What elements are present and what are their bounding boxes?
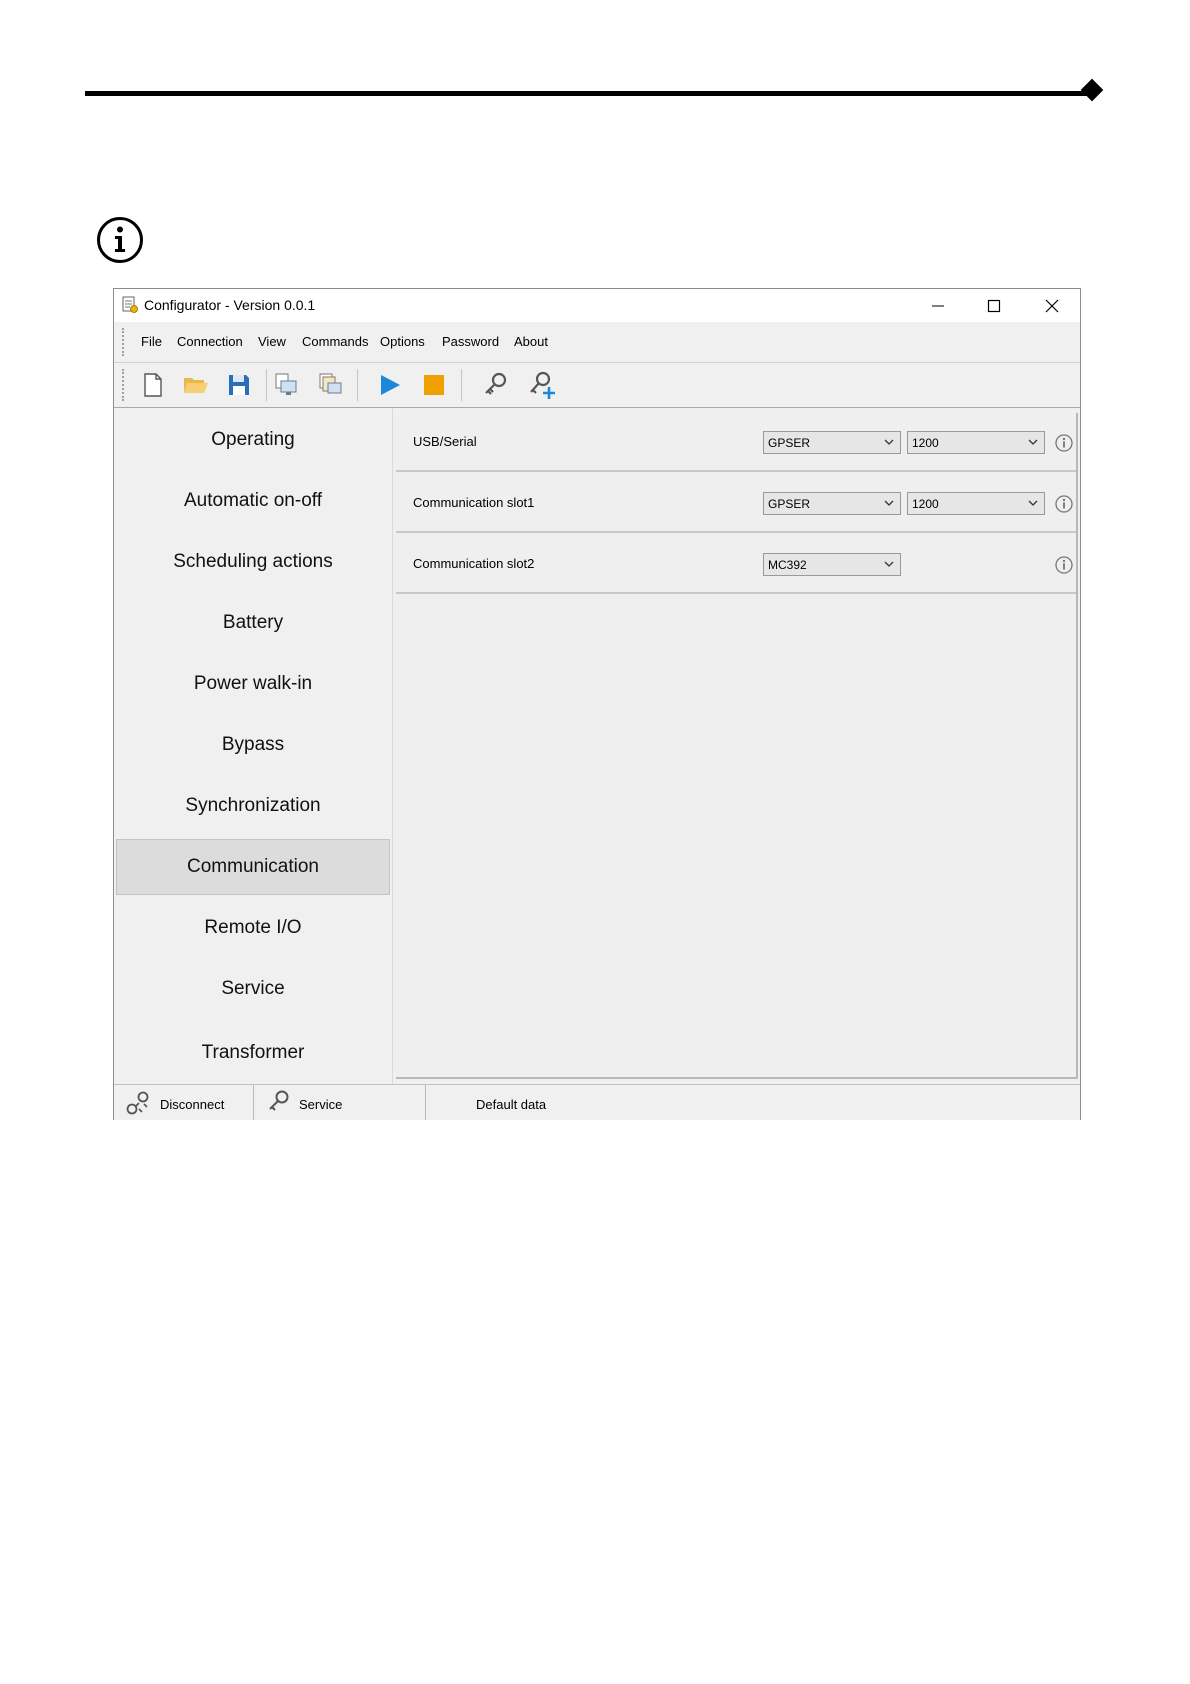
close-icon bbox=[1045, 299, 1059, 312]
sidebar-item-remote-io[interactable]: Remote I/O bbox=[116, 900, 390, 956]
save-icon bbox=[229, 375, 249, 395]
toolbar-separator bbox=[461, 369, 462, 401]
key-icon bbox=[269, 1090, 289, 1111]
protocol-select[interactable]: MC392 bbox=[763, 553, 901, 576]
maximize-button[interactable] bbox=[966, 289, 1022, 322]
menu-options[interactable]: Options bbox=[380, 334, 425, 349]
service-status[interactable]: Service bbox=[254, 1085, 426, 1120]
menu-password[interactable]: Password bbox=[442, 334, 499, 349]
info-icon[interactable] bbox=[1054, 494, 1074, 514]
menu-commands[interactable]: Commands bbox=[302, 334, 368, 349]
play-button[interactable] bbox=[375, 370, 405, 400]
close-button[interactable] bbox=[1024, 289, 1080, 322]
toolbar-separator bbox=[266, 369, 267, 401]
stop-icon bbox=[424, 375, 444, 395]
info-icon[interactable] bbox=[1054, 555, 1074, 575]
chevron-down-icon bbox=[1028, 439, 1038, 445]
menu-file[interactable]: File bbox=[141, 334, 162, 349]
sidebar-item-transformer[interactable]: Transformer bbox=[116, 1025, 390, 1081]
sidebar-item-synchronization[interactable]: Synchronization bbox=[116, 778, 390, 834]
menu-grip[interactable] bbox=[122, 328, 126, 356]
download-from-device-icon bbox=[319, 373, 342, 394]
rule-end-diamond bbox=[1080, 78, 1104, 102]
disconnect-status[interactable]: Disconnect bbox=[114, 1085, 254, 1120]
sidebar-item-communication[interactable]: Communication bbox=[116, 839, 390, 895]
key-icon bbox=[485, 372, 507, 395]
sidebar-item-service[interactable]: Service bbox=[116, 961, 390, 1017]
menu-about[interactable]: About bbox=[514, 334, 548, 349]
service-label: Service bbox=[299, 1097, 343, 1112]
minimize-icon bbox=[932, 305, 944, 306]
sidebar-item-automatic-on-off[interactable]: Automatic on-off bbox=[116, 473, 390, 529]
protocol-select[interactable]: GPSER bbox=[763, 431, 901, 454]
sidebar-item-bypass[interactable]: Bypass bbox=[116, 717, 390, 773]
configurator-window: Configurator - Version 0.0.1 File Connec… bbox=[113, 288, 1081, 1120]
protocol-select[interactable]: GPSER bbox=[763, 492, 901, 515]
toolbar-separator bbox=[357, 369, 358, 401]
chevron-down-icon bbox=[884, 500, 894, 506]
top-rule bbox=[85, 91, 1095, 96]
download-from-device-button[interactable] bbox=[315, 370, 345, 400]
info-icon[interactable] bbox=[1054, 433, 1074, 453]
save-button[interactable] bbox=[224, 370, 254, 400]
sidebar-item-battery[interactable]: Battery bbox=[116, 595, 390, 651]
settings-list: USB/Serial GPSER 1200 Communication slot… bbox=[396, 413, 1078, 1079]
upload-to-device-icon bbox=[275, 373, 297, 395]
minimize-button[interactable] bbox=[910, 289, 966, 322]
new-file-icon bbox=[144, 373, 162, 397]
sidebar-item-power-walk-in[interactable]: Power walk-in bbox=[116, 656, 390, 712]
add-user-button[interactable] bbox=[527, 370, 557, 400]
chevron-down-icon bbox=[884, 561, 894, 567]
disconnect-icon bbox=[126, 1091, 149, 1115]
window-title: Configurator - Version 0.0.1 bbox=[144, 297, 316, 313]
upload-to-device-button[interactable] bbox=[271, 370, 301, 400]
disconnect-label: Disconnect bbox=[160, 1097, 225, 1112]
baud-rate-select[interactable]: 1200 bbox=[907, 431, 1045, 454]
setting-row-communication-slot2: Communication slot2 MC392 bbox=[396, 535, 1076, 594]
add-user-icon bbox=[530, 371, 555, 399]
toolbar bbox=[114, 363, 1080, 408]
setting-row-communication-slot1: Communication slot1 GPSER 1200 bbox=[396, 474, 1076, 533]
open-file-button[interactable] bbox=[181, 370, 211, 400]
stop-button[interactable] bbox=[419, 370, 449, 400]
row-label: USB/Serial bbox=[413, 434, 477, 449]
setting-row-usb-serial: USB/Serial GPSER 1200 bbox=[396, 413, 1076, 472]
row-label: Communication slot2 bbox=[413, 556, 535, 571]
password-button[interactable] bbox=[480, 370, 510, 400]
baud-rate-select[interactable]: 1200 bbox=[907, 492, 1045, 515]
sidebar-item-scheduling-actions[interactable]: Scheduling actions bbox=[116, 534, 390, 590]
chevron-down-icon bbox=[884, 439, 894, 445]
sidebar-item-operating[interactable]: Operating bbox=[116, 412, 390, 468]
open-folder-icon bbox=[184, 378, 208, 393]
new-file-button[interactable] bbox=[138, 370, 168, 400]
row-label: Communication slot1 bbox=[413, 495, 535, 510]
chevron-down-icon bbox=[1028, 500, 1038, 506]
communication-panel: USB/Serial GPSER 1200 Communication slot… bbox=[392, 408, 1080, 1084]
menu-bar: File Connection View Commands Options Pa… bbox=[114, 322, 1080, 363]
toolbar-grip[interactable] bbox=[122, 369, 126, 401]
maximize-icon bbox=[987, 299, 1001, 312]
menu-connection[interactable]: Connection bbox=[177, 334, 243, 349]
data-source-label: Default data bbox=[476, 1097, 547, 1112]
title-bar: Configurator - Version 0.0.1 bbox=[114, 289, 1080, 323]
menu-view[interactable]: View bbox=[258, 334, 286, 349]
status-bar: Disconnect Service Default data bbox=[114, 1084, 1080, 1120]
app-icon bbox=[122, 296, 138, 313]
sidebar: Operating Automatic on-off Scheduling ac… bbox=[114, 408, 392, 1084]
info-note-icon bbox=[97, 217, 143, 263]
play-icon bbox=[381, 375, 400, 395]
